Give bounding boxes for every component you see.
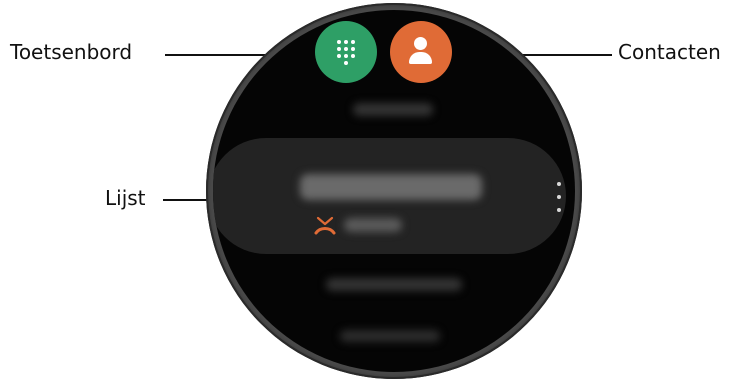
list-item-previous[interactable] bbox=[353, 103, 433, 116]
list-item-next-2[interactable] bbox=[340, 330, 440, 342]
more-options-icon[interactable] bbox=[555, 182, 563, 212]
contacts-button[interactable] bbox=[390, 21, 452, 83]
call-time-blurred bbox=[344, 218, 402, 232]
keypad-button[interactable] bbox=[315, 21, 377, 83]
person-icon bbox=[390, 21, 452, 83]
callout-keypad: Toetsenbord bbox=[10, 40, 133, 64]
list-item-next[interactable] bbox=[326, 278, 462, 291]
list-item-selected[interactable] bbox=[213, 138, 566, 254]
missed-call-icon bbox=[314, 216, 336, 235]
callout-list: Lijst bbox=[105, 186, 146, 210]
dialpad-icon bbox=[337, 39, 355, 65]
watch-screen bbox=[213, 10, 575, 372]
callout-contacts: Contacten bbox=[618, 40, 721, 64]
contact-name-blurred bbox=[300, 174, 482, 200]
